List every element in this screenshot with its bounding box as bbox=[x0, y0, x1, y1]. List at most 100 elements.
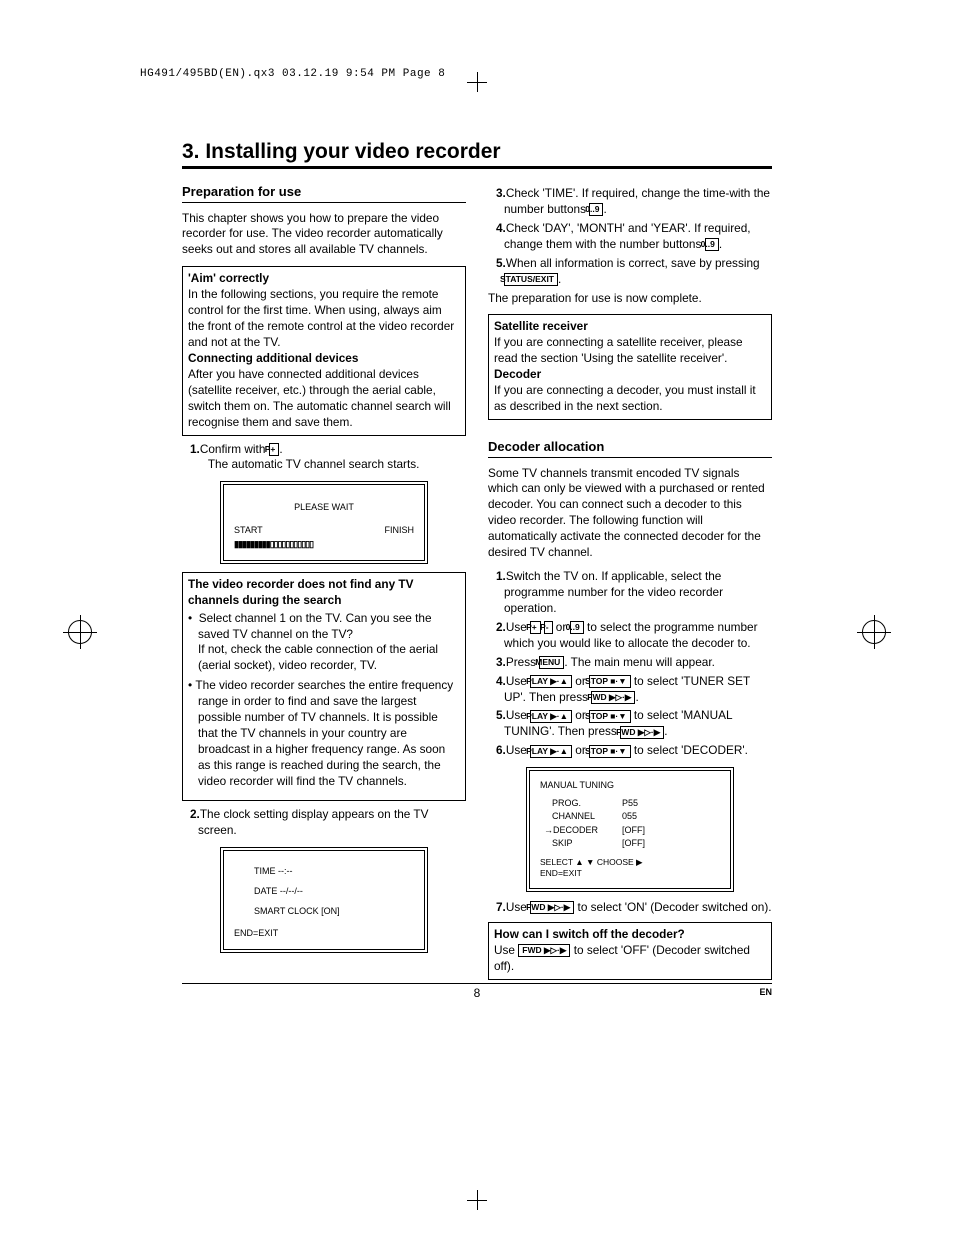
step-4: 4.Check 'DAY', 'MONTH' and 'YEAR'. If re… bbox=[496, 221, 772, 253]
status-key-icon: STATUS/EXIT bbox=[504, 273, 558, 286]
step-2-text: The clock setting display appears on the… bbox=[198, 807, 428, 837]
pminus-key-icon: P- bbox=[544, 621, 553, 634]
step-5-a: When all information is correct, save by… bbox=[506, 256, 760, 270]
tuning-prog-label: PROG. bbox=[540, 797, 622, 809]
step-5-b: . bbox=[558, 272, 561, 286]
dstep-4-d: . bbox=[635, 690, 638, 704]
step-3-a: Check 'TIME'. If required, change the ti… bbox=[504, 186, 770, 216]
play-key-icon: PLAY ▶·▲ bbox=[530, 675, 572, 688]
prep-complete: The preparation for use is now complete. bbox=[488, 291, 772, 307]
screen-wait-label: PLEASE WAIT bbox=[234, 501, 414, 513]
print-header: HG491/495BD(EN).qx3 03.12.19 9:54 PM Pag… bbox=[140, 68, 445, 80]
tuning-title: MANUAL TUNING bbox=[540, 779, 720, 791]
bullet-1b: If not, check the cable connection of th… bbox=[198, 642, 438, 672]
tuning-channel-value: 055 bbox=[622, 810, 637, 822]
aim-tip-box: 'Aim' correctly In the following section… bbox=[182, 266, 466, 435]
section-preparation: Preparation for use bbox=[182, 183, 466, 203]
fwd-key-icon: FWD ▶▷·▶ bbox=[518, 944, 570, 957]
registration-mark-left bbox=[68, 620, 92, 644]
num-key-icon: 0..9 bbox=[570, 621, 584, 634]
tuning-decoder-label: →DECODER bbox=[540, 824, 622, 836]
stop-key-icon: STOP ■·▼ bbox=[589, 675, 631, 688]
tuning-decoder-value: [OFF] bbox=[622, 824, 645, 836]
registration-mark-right bbox=[862, 620, 886, 644]
stop-key-icon: STOP ■·▼ bbox=[589, 710, 631, 723]
tuning-channel-label: CHANNEL bbox=[540, 810, 622, 822]
step-1-text-b: . bbox=[279, 442, 282, 456]
satellite-text: If you are connecting a satellite receiv… bbox=[494, 335, 743, 365]
step-3-b: . bbox=[603, 202, 606, 216]
left-column: Preparation for use This chapter shows y… bbox=[182, 183, 466, 986]
screen-smart: SMART CLOCK [ON] bbox=[234, 905, 414, 917]
clock-screen: TIME --:-- DATE --/--/-- SMART CLOCK [ON… bbox=[220, 847, 428, 954]
fwd-key-icon: FWD ▶▷·▶ bbox=[530, 901, 574, 914]
connecting-heading: Connecting additional devices bbox=[188, 351, 358, 365]
screen-start-label: START bbox=[234, 524, 263, 536]
screen-end: END=EXIT bbox=[234, 927, 414, 939]
fwd-key-icon: FWD ▶▷·▶ bbox=[620, 726, 664, 739]
step-3: 3.Check 'TIME'. If required, change the … bbox=[496, 186, 772, 218]
play-key-icon: PLAY ▶·▲ bbox=[530, 710, 572, 723]
decoder-text: If you are connecting a decoder, you mus… bbox=[494, 383, 756, 413]
dstep-1: 1.Switch the TV on. If applicable, selec… bbox=[496, 569, 772, 617]
dstep-3-b: . The main menu will appear. bbox=[564, 655, 715, 669]
screen-date: DATE --/--/-- bbox=[234, 885, 414, 897]
pplus-key-icon: P+ bbox=[269, 443, 280, 456]
no-channels-box: The video recorder does not find any TV … bbox=[182, 572, 466, 801]
aim-text: In the following sections, you require t… bbox=[188, 287, 454, 349]
language-code: EN bbox=[759, 987, 772, 997]
dstep-5-d: . bbox=[664, 724, 667, 738]
dstep-3-a: Press bbox=[506, 655, 539, 669]
dstep-2: 2.Use P+ P- or 0..9 to select the progra… bbox=[496, 620, 772, 652]
page-footer: 8 EN bbox=[182, 983, 772, 1000]
decoder-off-a: Use bbox=[494, 943, 518, 957]
tuning-select-hint: SELECT ▲ ▼ CHOOSE ▶ bbox=[540, 857, 720, 868]
section-decoder-allocation: Decoder allocation bbox=[488, 438, 772, 458]
num-key-icon: 0..9 bbox=[589, 203, 603, 216]
dstep-6-c: to select 'DECODER'. bbox=[631, 743, 748, 757]
dstep-3: 3.Press MENU. The main menu will appear. bbox=[496, 655, 772, 671]
step-2: 2.The clock setting display appears on t… bbox=[190, 807, 466, 839]
bullet-2: The video recorder searches the entire f… bbox=[188, 678, 460, 789]
satellite-heading: Satellite receiver bbox=[494, 319, 588, 333]
tuning-prog-value: P55 bbox=[622, 797, 638, 809]
dstep-7-b: to select 'ON' (Decoder switched on). bbox=[574, 900, 771, 914]
decoder-off-box: How can I switch off the decoder? Use FW… bbox=[488, 922, 772, 980]
fwd-key-icon: FWD ▶▷·▶ bbox=[591, 691, 635, 704]
stop-key-icon: STOP ■·▼ bbox=[589, 745, 631, 758]
dstep-7: 7.Use FWD ▶▷·▶ to select 'ON' (Decoder s… bbox=[496, 900, 772, 916]
no-channels-heading: The video recorder does not find any TV … bbox=[188, 577, 414, 607]
step-1: 1.Confirm with P+. The automatic TV chan… bbox=[190, 442, 466, 474]
step-5: 5.When all information is correct, save … bbox=[496, 256, 772, 288]
screen-finish-label: FINISH bbox=[384, 524, 414, 536]
tuning-skip-value: [OFF] bbox=[622, 837, 645, 849]
aim-heading: 'Aim' correctly bbox=[188, 271, 269, 285]
content-area: 3. Installing your video recorder Prepar… bbox=[182, 140, 772, 986]
dstep-5: 5.Use PLAY ▶·▲ or STOP ■·▼ to select 'MA… bbox=[496, 708, 772, 740]
decoder-heading: Decoder bbox=[494, 367, 541, 381]
bullet-1a: Select channel 1 on the TV. Can you see … bbox=[198, 611, 432, 641]
dstep-4: 4.Use PLAY ▶·▲ or STOP ■·▼ to select 'TU… bbox=[496, 674, 772, 706]
right-column: 3.Check 'TIME'. If required, change the … bbox=[488, 183, 772, 986]
manual-page: HG491/495BD(EN).qx3 03.12.19 9:54 PM Pag… bbox=[0, 0, 954, 1235]
dstep-1-text: Switch the TV on. If applicable, select … bbox=[504, 569, 723, 615]
decoder-off-heading: How can I switch off the decoder? bbox=[494, 927, 685, 941]
bullet-1: Select channel 1 on the TV. Can you see … bbox=[188, 611, 460, 675]
connecting-text: After you have connected additional devi… bbox=[188, 367, 451, 429]
step-4-b: . bbox=[719, 237, 722, 251]
menu-key-icon: MENU bbox=[539, 656, 564, 669]
num-key-icon: 0..9 bbox=[705, 238, 719, 251]
tuning-end-hint: END=EXIT bbox=[540, 868, 720, 879]
tuning-skip-label: SKIP bbox=[540, 837, 622, 849]
chapter-title: 3. Installing your video recorder bbox=[182, 140, 772, 169]
step-1-sub: The automatic TV channel search starts. bbox=[208, 457, 420, 471]
intro-paragraph: This chapter shows you how to prepare th… bbox=[182, 211, 466, 259]
please-wait-screen: PLEASE WAIT START FINISH ▮▮▮▮▮▮▮▮▮▯▯▯▯▯▯▯… bbox=[220, 481, 428, 563]
screen-time: TIME --:-- bbox=[234, 865, 414, 877]
satellite-decoder-box: Satellite receiver If you are connecting… bbox=[488, 314, 772, 420]
manual-tuning-screen: MANUAL TUNING PROG.P55 CHANNEL055 →DECOD… bbox=[526, 767, 734, 892]
dstep-6: 6.Use PLAY ▶·▲ or STOP ■·▼ to select 'DE… bbox=[496, 743, 772, 759]
progress-bar-icon: ▮▮▮▮▮▮▮▮▮▯▯▯▯▯▯▯▯▯▯▯ bbox=[234, 538, 414, 550]
step-1-text-a: Confirm with bbox=[200, 442, 269, 456]
page-number: 8 bbox=[474, 986, 481, 1000]
